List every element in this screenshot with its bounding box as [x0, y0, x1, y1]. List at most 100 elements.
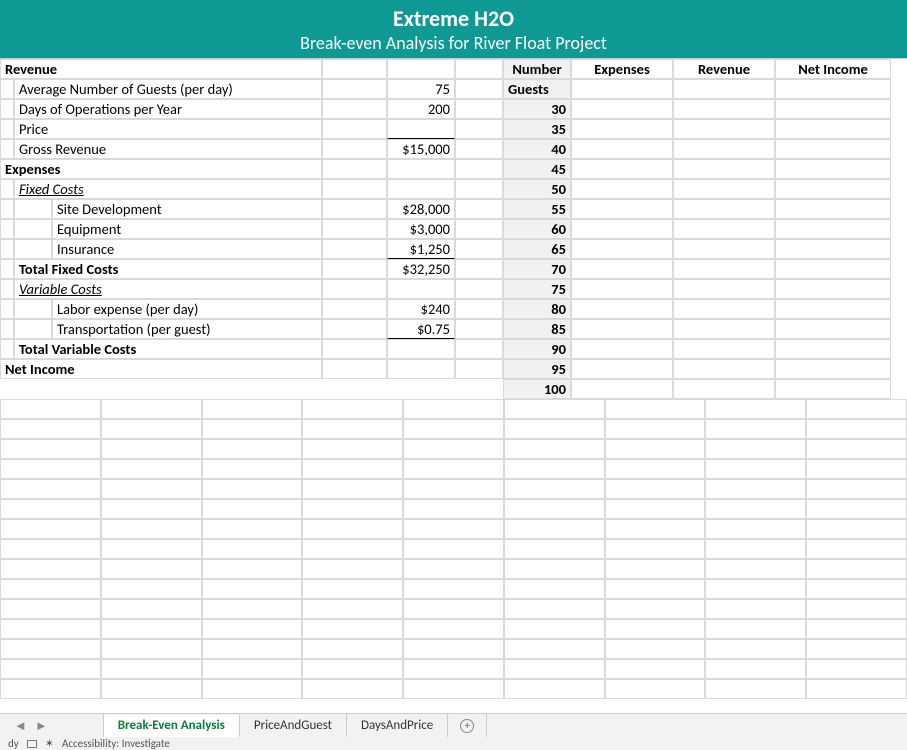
guest-count-cell[interactable]: 60 [503, 219, 571, 239]
cell[interactable] [0, 439, 101, 459]
tab-break-even[interactable]: Break-Even Analysis [104, 715, 240, 738]
cell[interactable] [504, 399, 605, 419]
cell[interactable] [101, 659, 202, 679]
cell[interactable] [0, 679, 101, 699]
cell[interactable] [571, 179, 673, 199]
cell[interactable] [0, 339, 14, 359]
cell[interactable] [705, 679, 806, 699]
cell[interactable] [775, 199, 891, 219]
cell[interactable] [673, 119, 775, 139]
cell[interactable] [605, 399, 706, 419]
cell[interactable] [403, 679, 504, 699]
cell[interactable] [0, 419, 101, 439]
cell[interactable] [705, 579, 806, 599]
cell[interactable] [202, 599, 303, 619]
cell[interactable] [0, 479, 101, 499]
cell[interactable] [504, 419, 605, 439]
labor-value[interactable]: $240 [387, 299, 455, 319]
cell[interactable] [0, 499, 101, 519]
cell[interactable] [202, 459, 303, 479]
cell[interactable] [504, 599, 605, 619]
cell[interactable] [302, 459, 403, 479]
cell[interactable] [101, 539, 202, 559]
cell[interactable] [705, 459, 806, 479]
cell[interactable] [806, 659, 907, 679]
cell[interactable] [705, 399, 806, 419]
cell[interactable] [455, 139, 503, 159]
cell[interactable] [605, 459, 706, 479]
cell[interactable] [571, 239, 673, 259]
cell[interactable] [806, 519, 907, 539]
cell[interactable] [322, 319, 387, 339]
cell[interactable] [0, 239, 14, 259]
cell[interactable] [455, 339, 503, 359]
cell[interactable] [202, 499, 303, 519]
cell[interactable] [571, 99, 673, 119]
cell[interactable] [455, 179, 503, 199]
insurance-value[interactable]: $1,250 [387, 239, 455, 259]
cell[interactable] [387, 179, 455, 199]
cell[interactable] [705, 439, 806, 459]
price-label[interactable]: Price [14, 119, 322, 139]
right-table[interactable]: Number Expenses Revenue Net Income Guest… [503, 59, 891, 399]
cell[interactable] [101, 559, 202, 579]
cell[interactable] [302, 599, 403, 619]
cell[interactable] [673, 319, 775, 339]
cell[interactable] [455, 59, 503, 79]
total-fixed-label[interactable]: Total Fixed Costs [14, 259, 322, 279]
cell[interactable] [673, 139, 775, 159]
cell[interactable] [605, 519, 706, 539]
cell[interactable] [455, 99, 503, 119]
cell[interactable] [101, 679, 202, 699]
cell[interactable] [504, 519, 605, 539]
gross-rev-value[interactable]: $15,000 [387, 139, 455, 159]
cell[interactable] [806, 639, 907, 659]
cell[interactable] [0, 399, 101, 419]
cell[interactable] [403, 479, 504, 499]
cell[interactable] [202, 479, 303, 499]
cell[interactable] [0, 79, 14, 99]
cell[interactable] [605, 439, 706, 459]
cell[interactable] [0, 319, 14, 339]
cell[interactable] [806, 599, 907, 619]
cell[interactable] [571, 159, 673, 179]
cell[interactable] [455, 259, 503, 279]
cell[interactable] [403, 559, 504, 579]
tab-prev-icon[interactable]: ◄ [14, 718, 27, 734]
cell[interactable] [705, 659, 806, 679]
cell[interactable] [0, 459, 101, 479]
cell[interactable] [202, 519, 303, 539]
cell[interactable] [0, 199, 14, 219]
cell[interactable] [302, 479, 403, 499]
guest-count-cell[interactable]: 65 [503, 239, 571, 259]
cell[interactable] [571, 279, 673, 299]
cell[interactable] [455, 359, 503, 379]
cell[interactable] [403, 619, 504, 639]
cell[interactable] [504, 639, 605, 659]
net-income-label[interactable]: Net Income [0, 359, 322, 379]
col-header-number-guests[interactable]: Number [503, 59, 571, 79]
price-value[interactable] [387, 119, 455, 139]
guest-count-cell[interactable]: 85 [503, 319, 571, 339]
labor-label[interactable]: Labor expense (per day) [52, 299, 322, 319]
transport-value[interactable]: $0.75 [387, 319, 455, 339]
cell[interactable] [504, 499, 605, 519]
guest-count-cell[interactable]: 35 [503, 119, 571, 139]
cell[interactable] [775, 179, 891, 199]
cell[interactable] [705, 479, 806, 499]
cell[interactable] [775, 159, 891, 179]
tab-days-and-price[interactable]: DaysAndPrice [347, 714, 448, 737]
tab-price-and-guest[interactable]: PriceAndGuest [240, 714, 347, 737]
cell[interactable] [673, 79, 775, 99]
cell[interactable] [705, 419, 806, 439]
cell[interactable] [14, 199, 52, 219]
cell[interactable] [455, 159, 503, 179]
cell[interactable] [302, 419, 403, 439]
cell[interactable] [322, 79, 387, 99]
cell[interactable] [673, 339, 775, 359]
cell[interactable] [673, 279, 775, 299]
cell[interactable] [504, 439, 605, 459]
cell[interactable] [605, 499, 706, 519]
cell[interactable] [571, 139, 673, 159]
guest-count-cell[interactable]: 70 [503, 259, 571, 279]
